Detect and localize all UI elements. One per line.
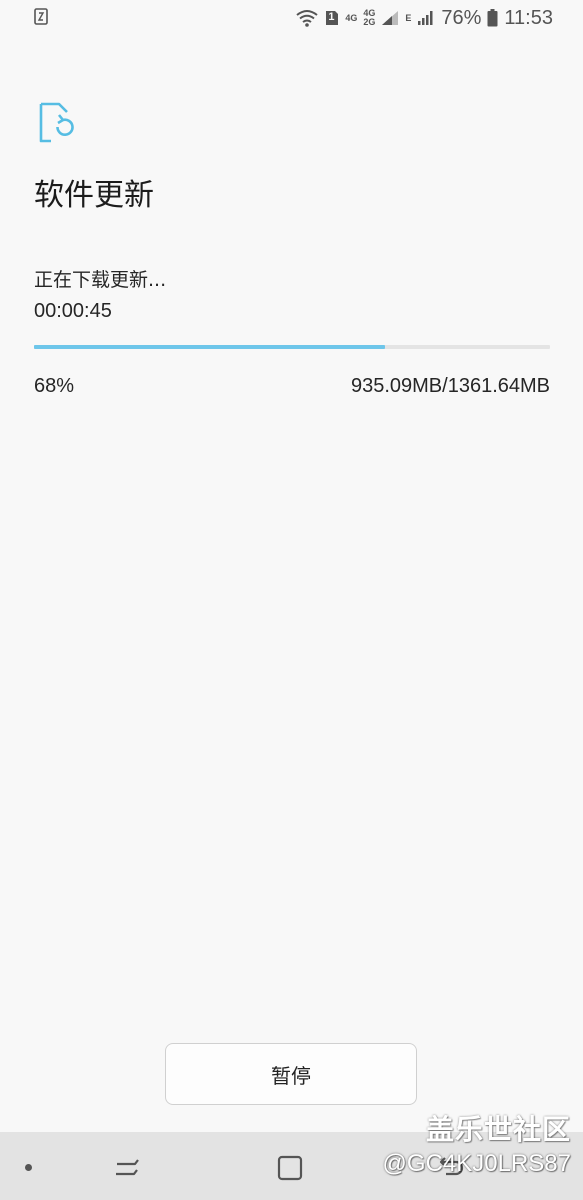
sim-icon: 1: [325, 10, 339, 26]
nav-dot-indicator[interactable]: [25, 1164, 32, 1171]
software-update-icon: [37, 101, 77, 145]
home-icon[interactable]: [276, 1154, 304, 1182]
download-size: 935.09MB/1361.64MB: [350, 375, 550, 397]
progress-bar: [34, 345, 550, 349]
battery-percent: 76%: [441, 6, 482, 29]
signal-icon: [417, 10, 435, 26]
status-bar: 1 4G 4G 2G E 76% 11:53: [0, 0, 583, 36]
screenshot-icon: [34, 8, 48, 25]
elapsed-time: 00:00:45: [34, 300, 112, 322]
progress-fill: [34, 345, 385, 349]
pause-button-label: 暂停: [271, 1063, 311, 1088]
network-e-label: E: [405, 12, 412, 23]
progress-percent: 68%: [34, 375, 75, 397]
sim-badge: 1: [328, 11, 335, 23]
watermark-title: 盖乐世社区: [425, 1113, 571, 1146]
wifi-icon: [295, 8, 319, 28]
recent-apps-icon[interactable]: [113, 1154, 141, 1180]
network-dual-label: 4G 2G: [363, 8, 376, 27]
clock: 11:53: [504, 6, 553, 29]
battery-icon: [487, 9, 498, 27]
page-title: 软件更新: [34, 178, 154, 213]
network-4g-label: 4G: [345, 12, 358, 23]
signal-icon: [381, 10, 399, 26]
pause-button[interactable]: 暂停: [165, 1043, 417, 1105]
download-status: 正在下载更新...: [34, 269, 167, 291]
watermark-handle: @GC4KJ0LRS87: [382, 1150, 571, 1177]
